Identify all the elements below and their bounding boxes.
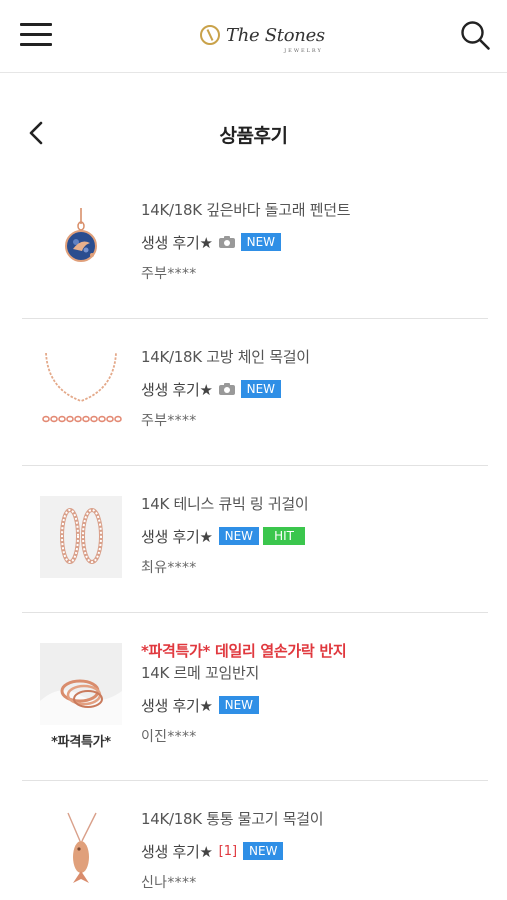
review-author: 신나**** [141, 875, 197, 891]
product-thumbnail-twist-ring[interactable] [40, 643, 122, 725]
review-meta: 생생 후기★ NEW [141, 695, 488, 715]
review-author: 이진**** [141, 729, 197, 745]
camera-icon [218, 236, 235, 248]
logo-mark-icon [200, 25, 220, 45]
search-icon[interactable] [459, 19, 491, 51]
product-name: 14K/18K 깊은바다 돌고래 펜던트 [141, 201, 351, 219]
review-item[interactable]: 14K/18K 고방 체인 목걸이 생생 후기★ NEW 주부**** [22, 319, 488, 466]
menu-line [20, 23, 52, 26]
review-title: 생생 후기★ [141, 380, 213, 399]
review-item[interactable]: 14K/18K 깊은바다 돌고래 펜던트 생생 후기★ NEW 주부**** [22, 172, 488, 319]
new-badge: NEW [218, 527, 260, 545]
menu-line [20, 43, 52, 46]
review-author: 주부**** [141, 266, 197, 282]
review-meta: 생생 후기★ NEW [141, 232, 488, 252]
review-info: 14K/18K 통통 물고기 목걸이 생생 후기★ [1] NEW 신나**** [141, 809, 488, 893]
menu-line [20, 33, 52, 36]
product-name: 14K/18K 고방 체인 목걸이 [141, 348, 310, 366]
comment-count: [1] [218, 843, 238, 859]
product-thumbnail-dolphin-pendant[interactable] [40, 202, 122, 284]
review-meta: 생생 후기★ NEW [141, 379, 488, 399]
brand-name: The Stones JEWELRY [226, 24, 325, 54]
review-meta: 생생 후기★ [1] NEW [141, 841, 488, 861]
brand-subtitle: JEWELRY [284, 47, 323, 54]
product-name: 14K/18K 통통 물고기 목걸이 [141, 810, 324, 828]
review-title: 생생 후기★ [141, 696, 213, 715]
review-title: 생생 후기★ [141, 233, 213, 252]
top-bar: The Stones JEWELRY [0, 0, 507, 73]
brand-name-text: The Stones [226, 24, 325, 46]
hit-badge: HIT [263, 527, 306, 545]
product-thumbnail-chain-necklace[interactable] [40, 349, 122, 431]
review-author: 최유**** [141, 560, 197, 576]
product-name: 14K 테니스 큐빅 링 귀걸이 [141, 495, 309, 513]
review-info: 14K 테니스 큐빅 링 귀걸이 생생 후기★ NEW HIT 최유**** [141, 494, 488, 578]
thumbnail-caption: *파격특가* [51, 735, 111, 750]
product-name: 14K 르메 꼬임반지 [141, 664, 259, 682]
review-item[interactable]: 14K/18K 통통 물고기 목걸이 생생 후기★ [1] NEW 신나**** [22, 781, 488, 900]
brand-logo[interactable]: The Stones JEWELRY [200, 20, 325, 54]
new-badge: NEW [240, 233, 282, 251]
review-item[interactable]: 14K 테니스 큐빅 링 귀걸이 생생 후기★ NEW HIT 최유**** [22, 466, 488, 613]
review-item[interactable]: *파격특가* *파격특가* 데일리 열손가락 반지 14K 르메 꼬임반지 생생… [22, 613, 488, 781]
review-info: 14K/18K 깊은바다 돌고래 펜던트 생생 후기★ NEW 주부**** [141, 200, 488, 284]
review-info: 14K/18K 고방 체인 목걸이 생생 후기★ NEW 주부**** [141, 347, 488, 431]
review-title: 생생 후기★ [141, 842, 213, 861]
page-title: 상품후기 [219, 125, 288, 147]
review-author: 주부**** [141, 413, 197, 429]
promo-text: *파격특가* 데일리 열손가락 반지 [141, 642, 347, 660]
camera-icon [218, 383, 235, 395]
new-badge: NEW [243, 842, 284, 860]
review-meta: 생생 후기★ NEW HIT [141, 526, 488, 546]
hamburger-menu-icon[interactable] [20, 20, 54, 48]
new-badge: NEW [240, 380, 282, 398]
product-thumbnail-fish-necklace[interactable] [40, 811, 122, 893]
review-title: 생생 후기★ [141, 527, 213, 546]
review-list: 14K/18K 깊은바다 돌고래 펜던트 생생 후기★ NEW 주부**** 1… [22, 172, 488, 900]
page-header: 상품후기 [0, 104, 507, 164]
review-info: *파격특가* 데일리 열손가락 반지 14K 르메 꼬임반지 생생 후기★ NE… [141, 641, 488, 747]
new-badge: NEW [218, 696, 260, 714]
product-thumbnail-hoop-earrings[interactable] [40, 496, 122, 578]
